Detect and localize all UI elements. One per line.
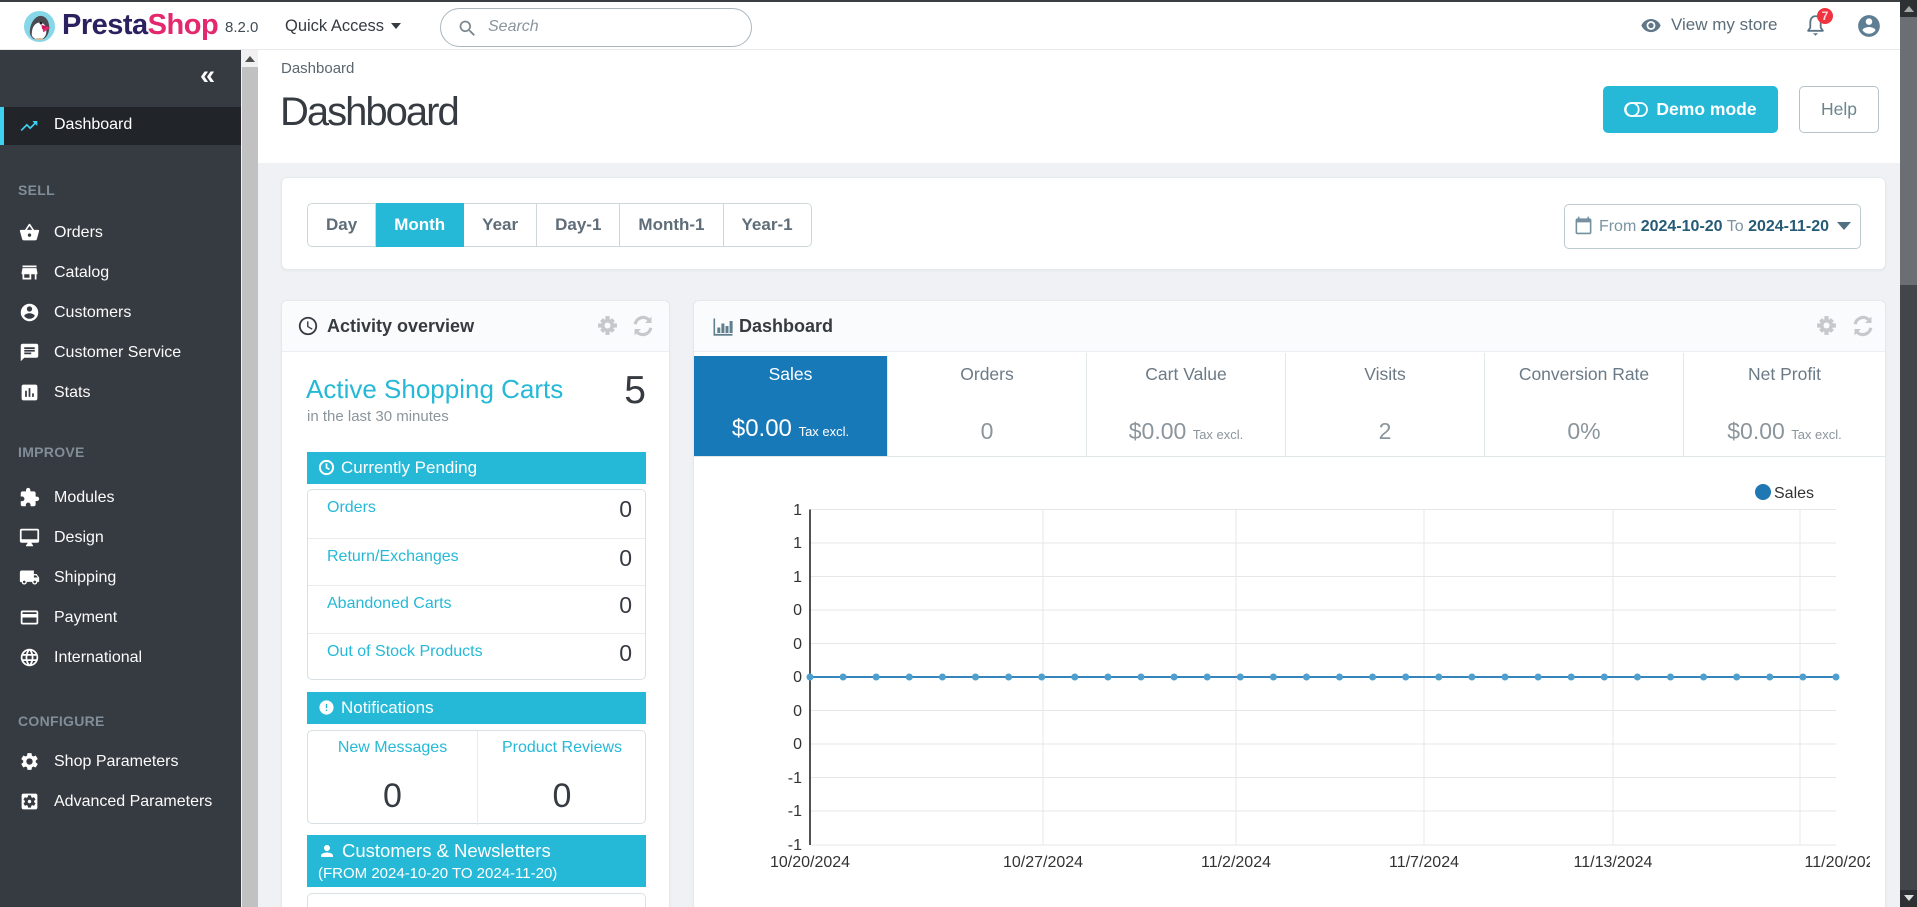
svg-text:0: 0 [793,636,802,653]
svg-text:0: 0 [793,703,802,720]
svg-text:1: 1 [793,535,802,552]
svg-text:-1: -1 [788,837,802,854]
svg-text:11/20/2024: 11/20/2024 [1805,854,1870,871]
svg-text:1: 1 [793,569,802,586]
svg-text:0: 0 [793,602,802,619]
svg-text:10/20/2024: 10/20/2024 [770,854,850,871]
svg-text:0: 0 [793,736,802,753]
svg-text:10/27/2024: 10/27/2024 [1003,854,1083,871]
svg-text:11/2/2024: 11/2/2024 [1201,854,1271,871]
svg-text:-1: -1 [788,803,802,820]
svg-text:1: 1 [793,502,802,519]
svg-text:0: 0 [793,669,802,686]
svg-text:11/13/2024: 11/13/2024 [1574,854,1653,871]
svg-text:11/7/2024: 11/7/2024 [1389,854,1459,871]
svg-text:Sales: Sales [1774,485,1814,502]
svg-text:-1: -1 [788,770,802,787]
